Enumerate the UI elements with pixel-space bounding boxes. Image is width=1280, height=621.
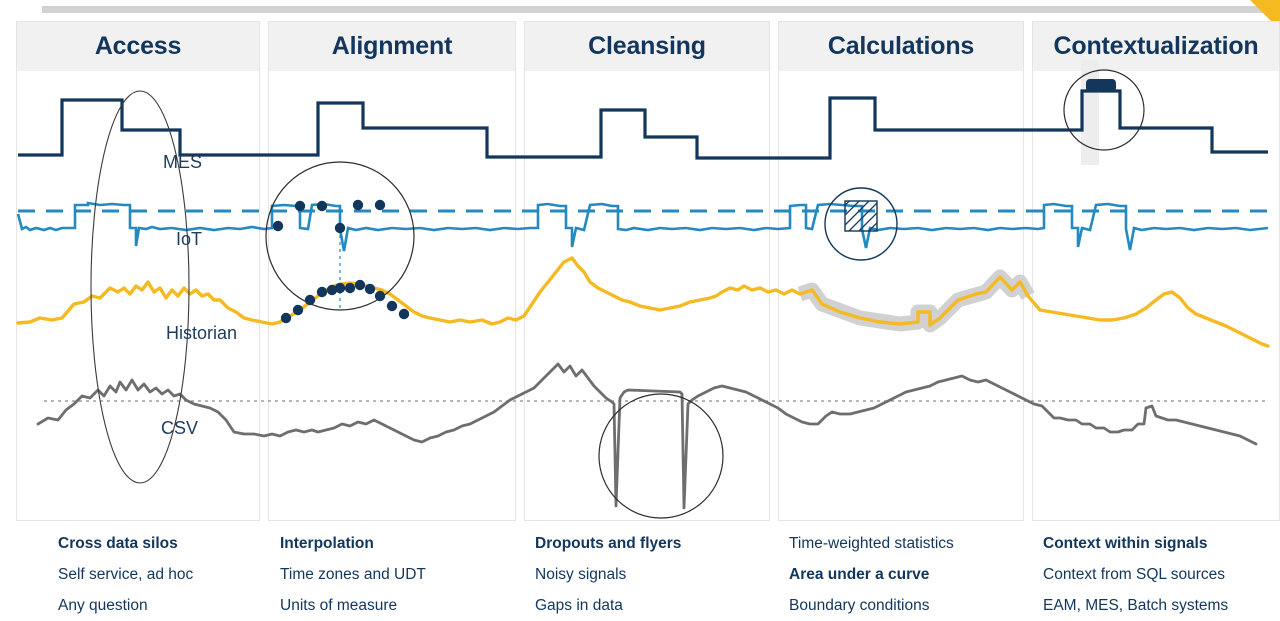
column-body-cleansing [524,71,770,521]
signal-label-csv: CSV [161,418,199,438]
caption-access: Cross data silos Self service, ad hoc An… [58,528,193,621]
column-body-alignment [268,71,516,521]
caption-line: Units of measure [280,597,398,614]
caption-alignment: Interpolation Time zones and UDT Units o… [280,528,426,621]
column-title: Calculations [827,32,975,60]
signal-label-historian: Historian [166,323,238,343]
caption-line: Noisy signals [535,566,627,583]
column-header-access: Access [16,21,260,71]
column-calculations: Calculations [778,21,1024,521]
column-body-calculations [778,71,1024,521]
caption-cleansing: Dropouts and flyers Noisy signals Gaps i… [535,528,681,621]
caption-line: Interpolation [280,535,374,552]
caption-line: Dropouts and flyers [535,535,682,552]
caption-contextualization: Context within signals Context from SQL … [1043,528,1228,621]
caption-line: Boundary conditions [789,597,930,614]
column-header-contextualization: Contextualization [1032,21,1280,71]
column-cleansing: Cleansing [524,21,770,521]
signal-label-mes: MES [163,152,203,172]
column-title: Cleansing [588,32,706,60]
column-header-alignment: Alignment [268,21,516,71]
signal-label-iot: IoT [176,229,203,249]
caption-line: Gaps in data [535,597,623,614]
top-gray-rule [42,6,1264,13]
column-title: Access [94,32,182,60]
caption-line: Any question [58,597,148,614]
column-header-cleansing: Cleansing [524,21,770,71]
column-title: Contextualization [1053,32,1259,60]
column-header-calculations: Calculations [778,21,1024,71]
caption-line: Self service, ad hoc [58,566,194,583]
caption-line: Context from SQL sources [1043,566,1226,583]
column-body-contextualization [1032,71,1280,521]
column-title: Alignment [331,32,453,60]
caption-line: EAM, MES, Batch systems [1043,597,1229,614]
column-contextualization: Contextualization [1032,21,1280,521]
caption-line: Time zones and UDT [280,566,426,583]
column-access: Access [16,21,260,521]
diagram-canvas: Access Alignment Cleansing Calculations … [0,0,1280,621]
column-alignment: Alignment [268,21,516,521]
caption-line: Area under a curve [789,566,930,583]
caption-line: Context within signals [1043,535,1208,552]
column-body-access [16,71,260,521]
caption-calculations: Time-weighted statistics Area under a cu… [789,528,954,621]
caption-line: Cross data silos [58,535,178,552]
caption-line: Time-weighted statistics [789,535,954,552]
